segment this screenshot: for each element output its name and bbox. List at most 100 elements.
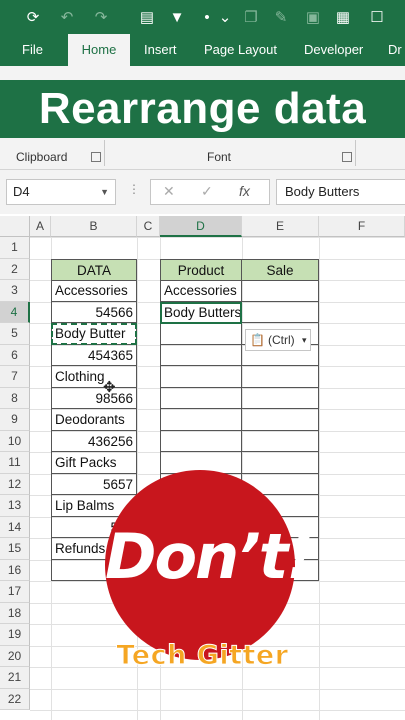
row-header[interactable]: 1	[0, 237, 30, 259]
tab-home[interactable]: Home	[68, 34, 130, 68]
row-header[interactable]: 4	[0, 301, 30, 323]
paste-options-button[interactable]: 📋 (Ctrl) ▾	[245, 329, 311, 351]
copy-marquee	[51, 323, 137, 345]
sale-cell[interactable]	[241, 280, 319, 302]
chart-icon[interactable]: ▦	[332, 6, 354, 28]
gridline	[30, 710, 405, 711]
row-header[interactable]: 22	[0, 688, 30, 710]
row-header[interactable]: 5	[0, 323, 30, 345]
formula-buttons: ✕ ✓ fx	[150, 179, 270, 205]
sale-cell[interactable]	[241, 301, 319, 323]
data-cell[interactable]: Clothing	[51, 366, 137, 388]
redo-icon[interactable]: ↷	[90, 6, 112, 28]
sale-cell[interactable]	[241, 452, 319, 474]
autosave-icon[interactable]: ⟳	[22, 6, 44, 28]
row-header[interactable]: 13	[0, 495, 30, 517]
column-header-a[interactable]: A	[30, 216, 51, 237]
mouse-cursor-icon: ✥	[103, 379, 116, 396]
name-box-value: D4	[13, 184, 30, 199]
select-all-corner[interactable]	[0, 216, 30, 237]
tab-developer[interactable]: Developer	[298, 34, 369, 66]
filter-icon[interactable]: ▼	[166, 6, 188, 28]
sale-header-cell[interactable]: Sale	[241, 259, 319, 281]
product-cell[interactable]	[160, 430, 242, 452]
tab-file[interactable]: File	[16, 34, 49, 66]
active-cell[interactable]	[160, 302, 242, 324]
formula-input[interactable]: Body Butters	[276, 179, 405, 205]
clipboard-icon: 📋	[250, 333, 265, 347]
row-header[interactable]: 7	[0, 366, 30, 388]
function-icon[interactable]: fx	[239, 183, 250, 199]
tab-page-layout[interactable]: Page Layout	[198, 34, 283, 66]
comment-icon[interactable]: ☐	[366, 6, 388, 28]
data-cell[interactable]: 436256	[51, 430, 137, 452]
row-header[interactable]: 8	[0, 387, 30, 409]
stamp-text: Don’t!	[105, 520, 315, 593]
data-cell[interactable]: Deodorants	[51, 409, 137, 431]
row-header[interactable]: 2	[0, 258, 30, 280]
product-cell[interactable]	[160, 323, 242, 345]
product-cell[interactable]	[160, 366, 242, 388]
tab-insert[interactable]: Insert	[138, 34, 183, 66]
row-header[interactable]: 17	[0, 581, 30, 603]
copy-icon[interactable]: ❐	[240, 6, 262, 28]
column-header-f[interactable]: F	[319, 216, 405, 237]
group-separator	[355, 140, 356, 166]
paste-options-label: (Ctrl)	[268, 333, 295, 347]
form-icon[interactable]: ▤	[136, 6, 158, 28]
data-cell[interactable]: 454365	[51, 344, 137, 366]
column-header-b[interactable]: B	[51, 216, 137, 237]
gridline	[30, 688, 405, 690]
product-cell[interactable]	[160, 409, 242, 431]
ribbon-tabs: File Home Insert Page Layout Developer D…	[0, 34, 405, 68]
row-header[interactable]: 11	[0, 452, 30, 474]
title-banner: Rearrange data	[0, 80, 405, 138]
group-clipboard-label: Clipboard	[16, 150, 68, 164]
gridline	[30, 237, 405, 238]
product-header-cell[interactable]: Product	[160, 259, 242, 281]
data-cell[interactable]: Accessories	[51, 280, 137, 302]
row-header[interactable]: 3	[0, 280, 30, 302]
font-launcher-icon[interactable]	[342, 152, 352, 162]
data-header-cell[interactable]: DATA	[51, 259, 137, 281]
group-font-label: Font	[207, 150, 232, 164]
row-header[interactable]: 14	[0, 516, 30, 538]
more-icon[interactable]: ⋮	[128, 182, 140, 196]
row-header[interactable]: 18	[0, 602, 30, 624]
chevron-down-icon: ▾	[302, 335, 307, 345]
undo-icon[interactable]: ↶	[56, 6, 78, 28]
brush-icon[interactable]: ✎	[270, 6, 292, 28]
data-cell[interactable]: 54566	[51, 301, 137, 323]
product-cell[interactable]	[160, 344, 242, 366]
column-header-c[interactable]: C	[137, 216, 160, 237]
row-header[interactable]: 6	[0, 344, 30, 366]
name-box[interactable]: D4 ▼	[6, 179, 116, 205]
sale-cell[interactable]	[241, 409, 319, 431]
data-cell[interactable]: 98566	[51, 387, 137, 409]
column-header-e[interactable]: E	[242, 216, 319, 237]
row-header[interactable]: 9	[0, 409, 30, 431]
sale-cell[interactable]	[241, 430, 319, 452]
banner-title: Rearrange data	[38, 84, 367, 133]
chevron-down-icon[interactable]: ▼	[100, 180, 109, 204]
sale-cell[interactable]	[241, 366, 319, 388]
clipboard-launcher-icon[interactable]	[91, 152, 101, 162]
tab-draw[interactable]: Dr	[382, 34, 405, 66]
data-cell[interactable]: 5657	[51, 473, 137, 495]
row-header[interactable]: 15	[0, 538, 30, 560]
chevron-down-icon[interactable]: ⌄	[214, 6, 236, 28]
product-cell[interactable]	[160, 387, 242, 409]
cancel-icon[interactable]: ✕	[163, 183, 175, 200]
enter-icon[interactable]: ✓	[201, 183, 213, 200]
brand-watermark: Tech Gitter	[116, 640, 289, 672]
row-header[interactable]: 12	[0, 473, 30, 495]
row-header[interactable]: 16	[0, 559, 30, 581]
dont-stamp: Don’t!	[105, 470, 315, 660]
data-cell[interactable]: Gift Packs	[51, 452, 137, 474]
group-separator	[104, 140, 105, 166]
column-header-d[interactable]: D	[160, 216, 242, 237]
sale-cell[interactable]	[241, 387, 319, 409]
image-icon[interactable]: ▣	[302, 6, 324, 28]
row-header[interactable]: 10	[0, 430, 30, 452]
product-cell[interactable]: Accessories	[160, 280, 242, 302]
